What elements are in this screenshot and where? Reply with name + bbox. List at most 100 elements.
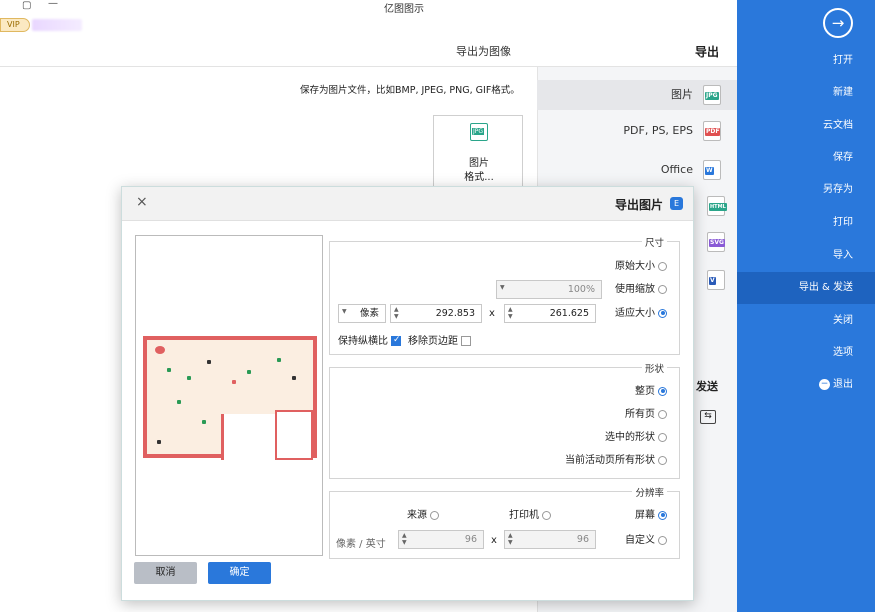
whole-page-radio[interactable] <box>658 386 667 396</box>
file-menu-sidebar: → 打开 新建 云文档 保存 另存为 打印 导入 导出 & 发送 关闭 选项 −… <box>737 0 875 612</box>
username-blurred <box>32 19 82 31</box>
resolution-source-option[interactable]: 来源 <box>407 509 439 523</box>
back-arrow-icon[interactable]: → <box>823 8 853 38</box>
spinner-icon: ▲ ▼ <box>402 532 407 546</box>
all-pages-radio[interactable] <box>658 409 667 419</box>
send-heading: 发送 <box>696 380 718 393</box>
sidebar-item-export-send[interactable]: 导出 & 发送 <box>737 272 875 304</box>
minimize-button[interactable]: — <box>48 0 58 9</box>
category-label: PDF, PS, EPS <box>623 124 693 137</box>
shape-option-whole-page[interactable]: 整页 <box>635 385 667 399</box>
category-label: Office <box>660 163 693 176</box>
spinner-icon[interactable]: ▲ ▼ <box>508 306 513 320</box>
sidebar-item-open[interactable]: 打开 <box>737 45 875 77</box>
sidebar-item-exit[interactable]: − 退出 <box>737 369 875 401</box>
printer-radio[interactable] <box>542 510 551 520</box>
unit-select[interactable]: ▼ 像素 <box>338 304 386 323</box>
sidebar-item-options[interactable]: 选项 <box>737 337 875 369</box>
sidebar-item-new[interactable]: 新建 <box>737 77 875 109</box>
sidebar-item-cloud[interactable]: 云文档 <box>737 110 875 142</box>
format-card-subtitle: 格式... <box>464 172 494 183</box>
category-image[interactable]: 图片 JPG <box>537 80 737 110</box>
dialog-title: 导出图片 <box>614 198 663 212</box>
dropdown-arrow-icon: ▼ <box>342 308 347 315</box>
category-svg[interactable]: SVG <box>707 227 737 257</box>
category-office[interactable]: Office W <box>537 155 737 185</box>
export-preview <box>135 235 323 556</box>
restore-button[interactable]: ▢ <box>22 0 31 11</box>
size-group-label: 尺寸 <box>641 235 667 249</box>
sidebar-item-print[interactable]: 打印 <box>737 207 875 239</box>
jpg-file-icon: JPG <box>703 85 721 105</box>
category-pdf[interactable]: PDF, PS, EPS PDF <box>537 116 737 146</box>
remove-margin-checkbox[interactable] <box>461 336 471 346</box>
source-radio[interactable] <box>430 510 439 520</box>
svg-file-icon: SVG <box>707 232 725 252</box>
resolution-printer-option[interactable]: 打印机 <box>509 509 551 523</box>
image-format-card[interactable]: JPG 图片 格式... <box>433 115 523 187</box>
html-file-icon: HTML <box>707 196 727 216</box>
resolution-custom-option[interactable]: 自定义 <box>625 534 667 548</box>
original-size-option[interactable]: 原始大小 <box>615 260 667 274</box>
size-group: 尺寸 原始大小 使用缩放 ▼ 100% 适应大小 ▲ ▼ 261.625 x ▲ ▼… <box>329 235 680 355</box>
custom-radio[interactable] <box>658 535 667 545</box>
jpg-icon: JPG <box>470 123 488 141</box>
category-html[interactable]: HTML <box>707 191 737 221</box>
shape-option-all-pages[interactable]: 所有页 <box>625 408 667 422</box>
screen-radio[interactable] <box>658 510 667 520</box>
export-heading: 导出 <box>695 45 720 59</box>
dropdown-arrow-icon: ▼ <box>500 284 505 291</box>
app-logo-icon: E <box>670 197 683 210</box>
cancel-button[interactable]: 取消 <box>134 562 197 584</box>
sidebar-item-save-as[interactable]: 另存为 <box>737 174 875 206</box>
original-size-radio[interactable] <box>658 261 667 271</box>
resolution-group: 分辨率 屏幕 打印机 来源 自定义 ▲ ▼ 96 x ▲ ▼ 96 像素 / 英寸 <box>329 485 680 559</box>
word-file-icon: W <box>703 160 721 180</box>
shape-option-selected[interactable]: 选中的形状 <box>605 431 667 445</box>
keep-ratio-option[interactable]: 保持纵横比 <box>338 332 401 347</box>
shape-group-label: 形状 <box>641 361 667 375</box>
dpi-x-input: ▲ ▼ 96 <box>504 530 596 549</box>
height-input[interactable]: ▲ ▼ 292.853 <box>390 304 482 323</box>
shape-group: 形状 整页 所有页 选中的形状 当前活动页所有形状 <box>329 361 680 479</box>
category-label: 图片 <box>671 88 693 101</box>
export-as-image-title: 导出为图像 <box>456 45 511 58</box>
sidebar-item-close[interactable]: 关闭 <box>737 305 875 337</box>
use-scale-option[interactable]: 使用缩放 <box>615 283 667 297</box>
close-icon[interactable]: × <box>136 194 148 210</box>
vip-badge[interactable]: VIP <box>0 18 30 32</box>
preview-thumbnail <box>143 336 317 460</box>
dpi-y-input: ▲ ▼ 96 <box>398 530 484 549</box>
resolution-screen-option[interactable]: 屏幕 <box>635 509 667 523</box>
size-times: x <box>489 308 495 319</box>
app-title: 亿图图示 <box>384 4 424 15</box>
spinner-icon: ▲ ▼ <box>508 532 513 546</box>
exit-icon: − <box>819 378 830 390</box>
remove-margin-option[interactable]: 移除页边距 <box>408 332 471 347</box>
pdf-file-icon: PDF <box>703 121 721 141</box>
shape-option-current-page[interactable]: 当前活动页所有形状 <box>565 454 667 468</box>
fit-size-option[interactable]: 适应大小 <box>615 307 667 321</box>
selected-shapes-radio[interactable] <box>658 432 667 442</box>
dpi-unit: 像素 / 英寸 <box>336 539 386 550</box>
visio-file-icon: V <box>707 270 725 290</box>
fit-size-radio[interactable] <box>658 308 667 318</box>
share-icon[interactable]: ⇆ <box>700 410 716 424</box>
export-description: 保存为图片文件，比如BMP, JPEG, PNG, GIF格式。 <box>300 85 520 96</box>
dialog-header: × 导出图片 E <box>122 187 693 221</box>
scale-select: ▼ 100% <box>496 280 602 299</box>
ok-button[interactable]: 确定 <box>208 562 271 584</box>
title-bar: ▢ — 亿图图示 <box>0 0 737 15</box>
sidebar-item-label: 退出 <box>833 379 853 390</box>
spinner-icon[interactable]: ▲ ▼ <box>394 306 399 320</box>
current-page-shapes-radio[interactable] <box>658 455 667 465</box>
sidebar-item-import[interactable]: 导入 <box>737 240 875 272</box>
keep-ratio-checkbox[interactable] <box>391 335 401 346</box>
use-scale-radio[interactable] <box>658 284 667 294</box>
resolution-times: x <box>491 535 497 546</box>
category-visio[interactable]: V <box>707 265 737 295</box>
resolution-group-label: 分辨率 <box>632 485 667 499</box>
width-input[interactable]: ▲ ▼ 261.625 <box>504 304 596 323</box>
sidebar-item-save[interactable]: 保存 <box>737 142 875 174</box>
format-card-title: 图片 <box>469 158 489 169</box>
